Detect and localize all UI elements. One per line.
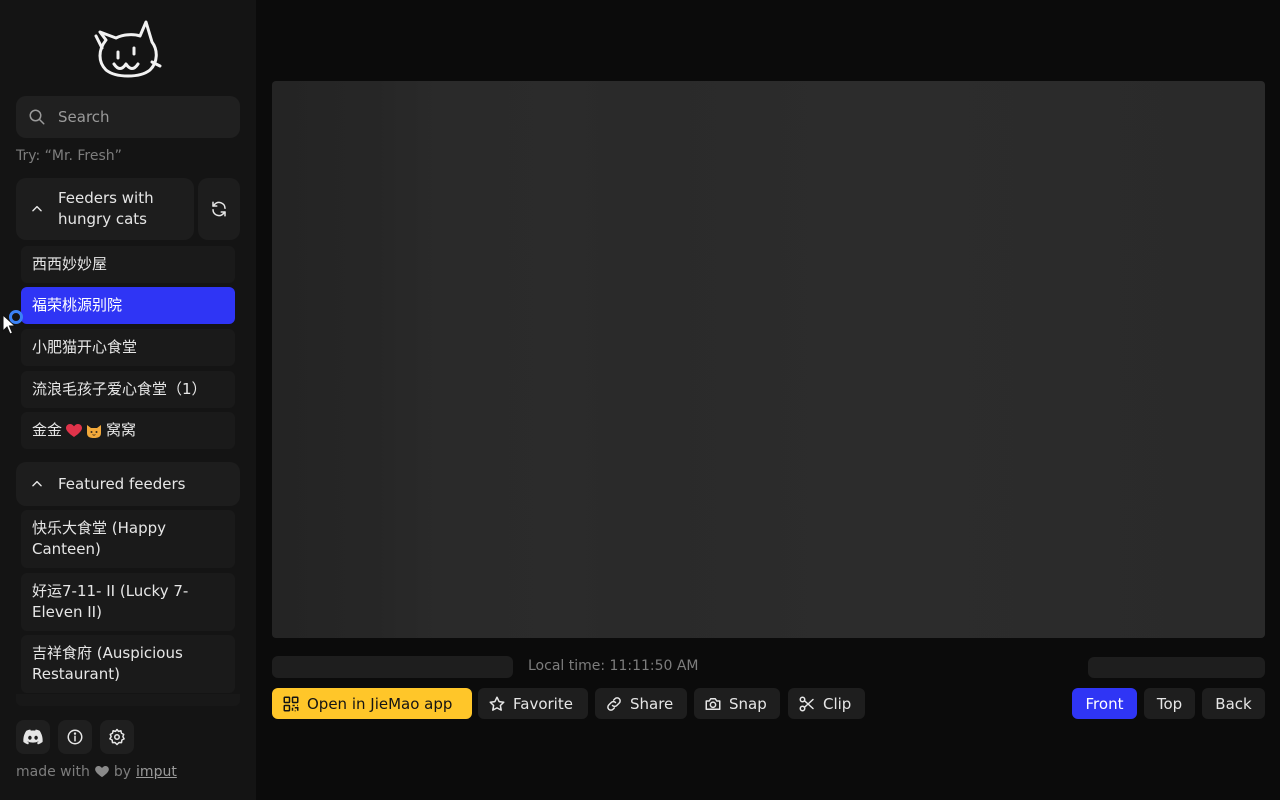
snap-button[interactable]: Snap xyxy=(694,688,780,719)
featured-feeder-item[interactable]: 好运7-11- II (Lucky 7-Eleven II) xyxy=(21,573,235,631)
featured-feeder-item[interactable]: 快乐大食堂 (Happy Canteen) xyxy=(21,510,235,568)
red-heart-emoji xyxy=(66,423,83,437)
cat-logo[interactable] xyxy=(94,18,162,80)
favorite-label: Favorite xyxy=(513,694,573,713)
section-title: Featured feeders xyxy=(58,474,186,493)
search-input[interactable] xyxy=(58,108,218,126)
camera-viewer[interactable] xyxy=(272,81,1265,638)
feeder-label: 小肥猫开心食堂 xyxy=(32,338,138,356)
open-in-app-label: Open in JieMao app xyxy=(307,694,453,713)
feeder-item[interactable]: 流浪毛孩子爱心食堂（1） xyxy=(21,371,235,408)
clip-label: Clip xyxy=(823,694,852,713)
feeder-label: 流浪毛孩子爱心食堂（1） xyxy=(32,380,207,398)
section-header-hungry-cats[interactable]: Feeders with hungry cats xyxy=(16,178,194,240)
search-icon xyxy=(29,109,45,125)
search-hint: Try: “Mr. Fresh” xyxy=(16,148,122,164)
feeder-label-suffix: 窝窝 xyxy=(106,421,137,439)
snap-label: Snap xyxy=(729,694,767,713)
local-time: Local time: 11:11:50 AM xyxy=(528,658,699,674)
feeder-item[interactable]: 金金 窝窝 xyxy=(21,412,235,449)
info-button[interactable] xyxy=(58,720,92,754)
feeder-item-selected[interactable]: 福荣桃源别院 xyxy=(21,287,235,324)
view-front-label: Front xyxy=(1085,694,1124,713)
feeder-label: 吉祥食府 (Auspicious Restaurant) xyxy=(32,644,183,683)
feeder-label: 西西妙妙屋 xyxy=(32,255,108,273)
view-back-label: Back xyxy=(1215,694,1252,713)
camera-icon xyxy=(705,697,721,710)
loading-placeholder-left xyxy=(272,656,513,678)
refresh-icon xyxy=(212,201,226,217)
star-icon xyxy=(489,696,505,711)
section-header-featured[interactable]: Featured feeders xyxy=(16,462,240,506)
open-in-app-button[interactable]: Open in JieMao app xyxy=(272,688,472,719)
scissors-icon xyxy=(799,696,814,711)
busy-spinner-icon xyxy=(9,310,23,324)
feeder-label: 快乐大食堂 (Happy Canteen) xyxy=(32,519,167,558)
heart-icon xyxy=(95,766,109,778)
view-top-label: Top xyxy=(1156,694,1183,713)
favorite-button[interactable]: Favorite xyxy=(478,688,588,719)
made-with-credit: made with by imput xyxy=(16,764,177,780)
made-with-text: made with xyxy=(16,764,90,780)
info-icon xyxy=(67,729,83,745)
discord-icon xyxy=(23,729,43,745)
author-link[interactable]: imput xyxy=(136,764,177,780)
feeder-item[interactable]: 小肥猫开心食堂 xyxy=(21,329,235,366)
feeder-label: 福荣桃源别院 xyxy=(32,296,123,314)
discord-button[interactable] xyxy=(16,720,50,754)
loading-placeholder-right xyxy=(1088,657,1265,678)
refresh-button[interactable] xyxy=(198,178,240,240)
view-front-button[interactable]: Front xyxy=(1072,688,1137,719)
share-button[interactable]: Share xyxy=(595,688,687,719)
feeder-label: 好运7-11- II (Lucky 7-Eleven II) xyxy=(32,582,189,621)
link-icon xyxy=(607,696,621,711)
share-label: Share xyxy=(630,694,674,713)
featured-feeder-item[interactable]: 吉祥食府 (Auspicious Restaurant) xyxy=(21,635,235,693)
feeder-label: 金金 xyxy=(32,421,63,439)
search-box[interactable] xyxy=(16,96,240,138)
chevron-up-icon xyxy=(32,480,42,487)
clip-button[interactable]: Clip xyxy=(788,688,865,719)
section-title: Feeders with hungry cats xyxy=(58,189,154,228)
made-by-text: by xyxy=(113,764,132,780)
settings-icon xyxy=(109,728,125,746)
sidebar: Try: “Mr. Fresh” Feeders with hungry cat… xyxy=(0,0,256,800)
feeder-item[interactable]: 西西妙妙屋 xyxy=(21,246,235,283)
chevron-up-icon xyxy=(32,205,42,212)
view-back-button[interactable]: Back xyxy=(1202,688,1265,719)
qr-code-icon xyxy=(283,696,299,711)
view-top-button[interactable]: Top xyxy=(1144,688,1195,719)
settings-button[interactable] xyxy=(100,720,134,754)
list-scroll-fade xyxy=(16,694,240,706)
cat-face-emoji xyxy=(87,424,102,438)
